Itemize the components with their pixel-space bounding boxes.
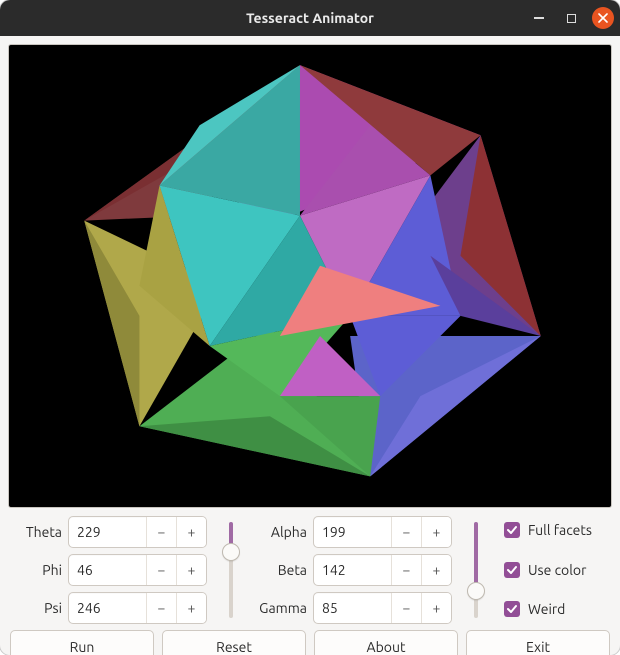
options-col: Full facets Use color Weird	[500, 516, 610, 624]
run-button[interactable]: Run	[10, 630, 154, 655]
label-full-facets: Full facets	[528, 522, 592, 538]
inc-alpha[interactable]: +	[421, 517, 451, 547]
inc-phi[interactable]: +	[176, 555, 206, 585]
reset-button[interactable]: Reset	[162, 630, 306, 655]
dec-alpha[interactable]: −	[391, 517, 421, 547]
param-alpha: Alpha 199 − +	[255, 516, 452, 548]
value-beta[interactable]: 142	[314, 555, 391, 585]
render-canvas[interactable]	[8, 44, 612, 508]
inc-beta[interactable]: +	[421, 555, 451, 585]
slider-right-wrap	[462, 516, 490, 624]
check-weird[interactable]: Weird	[504, 601, 610, 617]
label-psi: Psi	[10, 600, 62, 616]
value-alpha[interactable]: 199	[314, 517, 391, 547]
tesseract-render	[9, 45, 611, 507]
spin-psi[interactable]: 246 − +	[68, 592, 207, 624]
minimize-button[interactable]	[528, 7, 550, 29]
spin-phi[interactable]: 46 − +	[68, 554, 207, 586]
slider-left-wrap	[217, 516, 245, 624]
close-icon	[598, 13, 608, 23]
label-phi: Phi	[10, 562, 62, 578]
client-area: Theta 229 − + Phi 46 − + Psi	[0, 36, 620, 655]
params-right: Alpha 199 − + Beta 142 − + G	[255, 516, 452, 624]
label-theta: Theta	[10, 524, 62, 540]
value-psi[interactable]: 246	[69, 593, 146, 623]
checkmark-icon	[504, 601, 520, 617]
label-use-color: Use color	[528, 562, 586, 578]
spin-theta[interactable]: 229 − +	[68, 516, 207, 548]
inc-psi[interactable]: +	[176, 593, 206, 623]
value-gamma[interactable]: 85	[314, 593, 391, 623]
titlebar: Tesseract Animator	[0, 0, 620, 36]
param-gamma: Gamma 85 − +	[255, 592, 452, 624]
checkmark-icon	[504, 562, 520, 578]
slider-left-thumb[interactable]	[222, 543, 240, 561]
app-window: Tesseract Animator	[0, 0, 620, 655]
params-left: Theta 229 − + Phi 46 − + Psi	[10, 516, 207, 624]
param-psi: Psi 246 − +	[10, 592, 207, 624]
label-weird: Weird	[528, 601, 565, 617]
slider-left[interactable]	[229, 522, 233, 618]
spin-beta[interactable]: 142 − +	[313, 554, 452, 586]
window-title: Tesseract Animator	[246, 10, 374, 26]
dec-beta[interactable]: −	[391, 555, 421, 585]
label-alpha: Alpha	[255, 524, 307, 540]
value-theta[interactable]: 229	[69, 517, 146, 547]
label-gamma: Gamma	[255, 600, 307, 616]
param-phi: Phi 46 − +	[10, 554, 207, 586]
dec-phi[interactable]: −	[146, 555, 176, 585]
spin-gamma[interactable]: 85 − +	[313, 592, 452, 624]
checkmark-icon	[504, 522, 520, 538]
window-controls	[528, 0, 614, 36]
check-full-facets[interactable]: Full facets	[504, 522, 610, 538]
exit-button[interactable]: Exit	[466, 630, 610, 655]
dec-psi[interactable]: −	[146, 593, 176, 623]
label-beta: Beta	[255, 562, 307, 578]
spin-alpha[interactable]: 199 − +	[313, 516, 452, 548]
param-beta: Beta 142 − +	[255, 554, 452, 586]
slider-right[interactable]	[474, 522, 478, 618]
inc-gamma[interactable]: +	[421, 593, 451, 623]
dec-gamma[interactable]: −	[391, 593, 421, 623]
maximize-button[interactable]	[560, 7, 582, 29]
check-use-color[interactable]: Use color	[504, 562, 610, 578]
value-phi[interactable]: 46	[69, 555, 146, 585]
close-button[interactable]	[592, 7, 614, 29]
slider-right-thumb[interactable]	[467, 582, 485, 600]
inc-theta[interactable]: +	[176, 517, 206, 547]
controls-row: Theta 229 − + Phi 46 − + Psi	[8, 514, 612, 624]
buttons-row: Run Reset About Exit	[8, 630, 612, 655]
param-theta: Theta 229 − +	[10, 516, 207, 548]
dec-theta[interactable]: −	[146, 517, 176, 547]
about-button[interactable]: About	[314, 630, 458, 655]
